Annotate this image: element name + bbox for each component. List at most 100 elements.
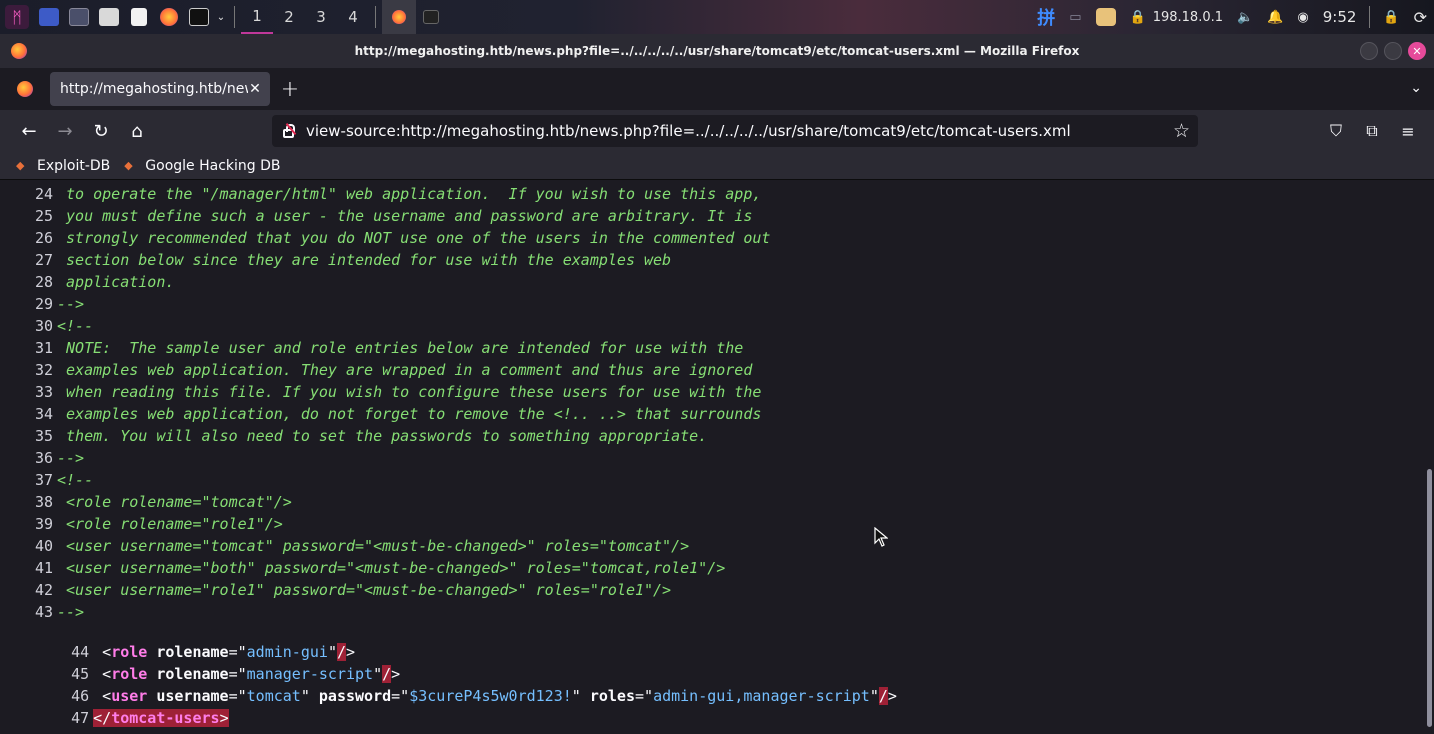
bookmark-google-hacking-db[interactable]: ◆ Google Hacking DB [124, 158, 280, 174]
ime-icon[interactable]: 拼 [1030, 0, 1062, 34]
taskbar-separator [1369, 6, 1371, 28]
task-firefox-icon[interactable] [382, 0, 416, 34]
forward-button[interactable]: → [47, 115, 83, 147]
screen-icon[interactable] [64, 0, 94, 34]
workspace-3[interactable]: 3 [305, 0, 337, 34]
firefox-view-button[interactable] [0, 68, 50, 110]
source-line-45: 45 <role rolename="manager-script"/> [0, 641, 400, 683]
bookmark-exploit-db[interactable]: ◆ Exploit-DB [16, 158, 110, 174]
home-button[interactable]: ⌂ [119, 115, 155, 147]
line-number: 48 [36, 729, 93, 734]
firefox-icon[interactable] [154, 0, 184, 34]
line-number: 37 [34, 471, 53, 489]
minimize-button[interactable] [1360, 42, 1378, 60]
window-titlebar: http://megahosting.htb/news.php?file=../… [0, 34, 1434, 68]
comment-text: you must define such a user - the userna… [57, 207, 753, 225]
kali-menu-icon[interactable]: ᛗ [0, 0, 34, 34]
comment-text: when reading this file. If you wish to c… [57, 383, 762, 401]
line-number: 36 [34, 449, 53, 467]
list-all-tabs-chevron-icon[interactable]: ⌄ [1410, 80, 1422, 96]
line-number: 34 [34, 405, 53, 423]
cat-icon[interactable] [1089, 0, 1123, 34]
comment-text: strongly recommended that you do NOT use… [57, 229, 771, 247]
notification-bell-icon[interactable]: 🔔 [1260, 0, 1290, 34]
bookmark-label: Exploit-DB [37, 157, 111, 174]
power-icon[interactable]: ◉ [1290, 0, 1315, 34]
logout-icon[interactable]: ⟳ [1407, 0, 1434, 34]
source-line-41: 41 <user username="both" password="<must… [0, 557, 725, 579]
line-number: 32 [34, 361, 53, 379]
source-line-26: 26 strongly recommended that you do NOT … [0, 227, 771, 249]
line-number: 41 [34, 559, 53, 577]
taskbar-separator [234, 6, 235, 28]
file-manager-icon[interactable] [94, 0, 124, 34]
comment-text: application. [57, 273, 175, 291]
attribute-name: password [318, 687, 392, 705]
source-line-33: 33 when reading this file. If you wish t… [0, 381, 761, 403]
comment-text: <user username="tomcat" password="<must-… [57, 537, 690, 555]
window-title: http://megahosting.htb/news.php?file=../… [354, 44, 1080, 58]
terminal-icon[interactable] [184, 0, 214, 34]
bookmark-label: Google Hacking DB [145, 157, 281, 174]
comment-text: section below since they are intended fo… [57, 251, 672, 269]
insecure-lock-icon[interactable] [280, 123, 296, 139]
password-value: $3cureP4s5w0rd123! [409, 687, 572, 705]
view-source-content: 43 --> 42 <user username="role1" password=… [0, 181, 1424, 734]
bookmark-star-icon[interactable]: ☆ [1173, 120, 1190, 142]
attribute-name: roles [589, 687, 635, 705]
ip-address: 198.18.0.1 [1152, 9, 1223, 25]
close-tab-icon[interactable]: ✕ [248, 81, 262, 97]
url-text[interactable]: view-source:http://megahosting.htb/news.… [306, 122, 1071, 140]
display-icon[interactable]: ▭ [1062, 0, 1088, 34]
comment-text: to operate the "/manager/html" web appli… [57, 185, 762, 203]
vertical-scrollbar[interactable] [1424, 181, 1434, 734]
workspace-2[interactable]: 2 [273, 0, 305, 34]
line-number: 26 [34, 229, 53, 247]
source-line-27: 27 section below since they are intended… [0, 249, 671, 271]
line-number: 27 [34, 251, 53, 269]
comment-text: <!-- [57, 471, 94, 489]
lock-screen-icon[interactable]: 🔒 [1376, 0, 1406, 34]
task-terminal-icon[interactable] [416, 0, 446, 34]
line-number: 25 [34, 207, 53, 225]
text-editor-icon[interactable] [124, 0, 154, 34]
line-number: 35 [34, 427, 53, 445]
reload-button[interactable]: ↻ [83, 115, 119, 147]
desktop-icon[interactable] [34, 0, 64, 34]
source-line-36: 36 --> [0, 447, 84, 469]
tab-active[interactable]: http://megahosting.htb/news ✕ [50, 72, 270, 106]
comment-text: --> [57, 449, 85, 467]
source-line-35: 35 them. You will also need to set the p… [0, 425, 707, 447]
workspace-1[interactable]: 1 [241, 0, 273, 34]
taskbar-separator [375, 6, 376, 28]
source-line-31: 31 NOTE: The sample user and role entrie… [0, 337, 743, 359]
source-line-37: 37 <!-- [0, 469, 93, 491]
kali-bookmark-icon: ◆ [124, 159, 133, 172]
workspace-4[interactable]: 4 [337, 0, 369, 34]
desktop-taskbar: ᛗ ⌄ 1 2 3 4 拼 ▭ 🔒 198.18.0.1 🔈 🔔 ◉ 9:52 … [0, 0, 1434, 34]
line-number: 24 [34, 185, 53, 203]
extensions-icon[interactable]: ⧉ [1354, 115, 1390, 147]
chevron-down-icon[interactable]: ⌄ [214, 0, 228, 34]
source-line-34: 34 examples web application, do not forg… [0, 403, 761, 425]
bookmarks-toolbar: ◆ Exploit-DB ◆ Google Hacking DB [0, 152, 1434, 180]
source-line-40: 40 <user username="tomcat" password="<mu… [0, 535, 689, 557]
close-window-button[interactable]: ✕ [1408, 42, 1426, 60]
attribute-value: tomcat [246, 687, 301, 705]
back-button[interactable]: ← [11, 115, 47, 147]
maximize-button[interactable] [1384, 42, 1402, 60]
comment-text: <user username="both" password="<must-be… [57, 559, 726, 577]
url-bar[interactable]: view-source:http://megahosting.htb/news.… [272, 115, 1198, 147]
line-number: 28 [34, 273, 53, 291]
scrollbar-thumb[interactable] [1427, 469, 1432, 727]
source-line-25: 25 you must define such a user - the use… [0, 205, 752, 227]
pocket-icon[interactable]: ⛉ [1318, 115, 1354, 147]
volume-icon[interactable]: 🔈 [1230, 0, 1260, 34]
clock: 9:52 [1322, 8, 1357, 26]
new-tab-button[interactable]: + [270, 72, 310, 106]
tag-name: tomcat-users [111, 709, 220, 727]
kali-bookmark-icon: ◆ [16, 159, 25, 172]
tab-strip: http://megahosting.htb/news ✕ + ⌄ [0, 68, 1434, 110]
hamburger-menu-icon[interactable]: ≡ [1390, 115, 1426, 147]
comment-text: --> [57, 295, 85, 313]
